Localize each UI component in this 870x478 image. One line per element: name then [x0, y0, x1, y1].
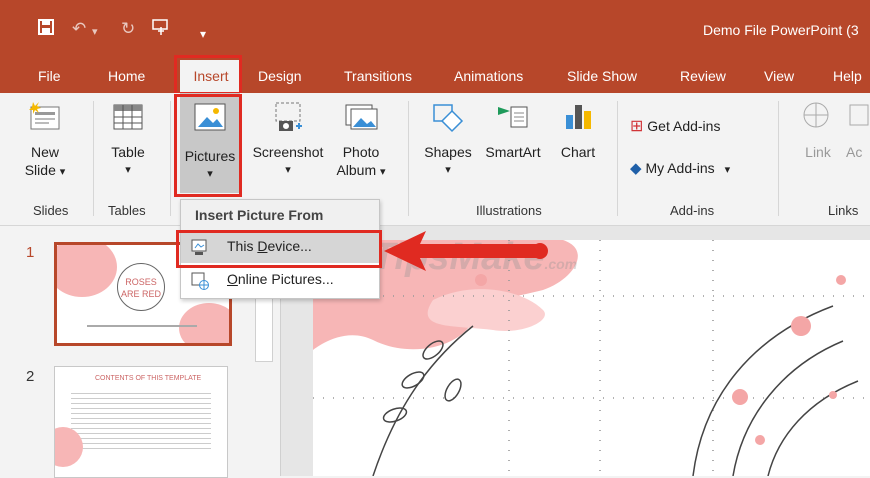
tab-review[interactable]: Review [680, 60, 726, 93]
slide-number-1: 1 [26, 244, 35, 261]
group-links-label: Links [828, 203, 859, 218]
shapes-arrow: ▾ [445, 164, 451, 176]
menu-header: Insert Picture From [181, 200, 379, 230]
save-icon[interactable] [38, 19, 54, 40]
screenshot-icon [275, 102, 302, 131]
thumb2-text-lines [71, 389, 211, 449]
new-slide-label-2: Slide [24, 162, 56, 178]
ribbon-tabs: File Home Insert Design Transitions Anim… [0, 60, 870, 93]
screenshot-label: Screenshot [252, 144, 324, 160]
group-addins-label: Add-ins [670, 203, 715, 218]
link-icon [803, 102, 829, 128]
photo-album-label-2: Album [336, 162, 377, 178]
undo-icon[interactable]: ↶ [72, 19, 86, 39]
separator [778, 101, 779, 216]
photo-album-icon [345, 104, 378, 130]
window-title: Demo File PowerPoint (3 [703, 22, 859, 38]
online-label-key: O [227, 271, 238, 287]
new-slide-icon [29, 102, 60, 130]
shapes-icon [433, 104, 464, 133]
tab-help[interactable]: Help [833, 60, 862, 93]
my-addins-arrow: ▾ [724, 164, 731, 176]
group-illustrations-label: Illustrations [476, 203, 542, 218]
separator [408, 101, 409, 216]
tab-home[interactable]: Home [108, 60, 145, 93]
shapes-label: Shapes [424, 144, 472, 160]
tab-animations[interactable]: Animations [454, 60, 523, 93]
tab-view[interactable]: View [764, 60, 794, 93]
photo-album-button[interactable]: Photo Album ▾ [330, 99, 392, 181]
title-bar: ↶ ▾ ↻ ▾ Demo File PowerPoint (3 [0, 0, 870, 60]
action-icon [849, 104, 869, 126]
my-addins-label: My Add-ins [645, 160, 715, 176]
action-button[interactable]: Ac [846, 99, 870, 161]
this-device-highlight [176, 230, 382, 268]
undo-dropdown-icon[interactable]: ▾ [92, 22, 98, 42]
slide-number-2: 2 [26, 368, 35, 385]
get-addins-label: Get Add-ins [647, 118, 721, 134]
screenshot-arrow: ▾ [285, 164, 291, 176]
insert-tab-highlight [174, 55, 242, 95]
online-label-b: nline Pictures... [237, 271, 334, 287]
table-label: Table [111, 144, 145, 160]
photo-album-label-1: Photo [342, 144, 380, 160]
photo-album-arrow: ▾ [380, 166, 386, 178]
smartart-button[interactable]: SmartArt [480, 99, 546, 161]
new-slide-label-1: New [30, 144, 59, 160]
link-label: Link [805, 144, 831, 160]
pointer-arrow-icon [384, 231, 548, 271]
my-addins-button[interactable]: ◆ My Add-ins ▾ [630, 159, 730, 179]
link-button[interactable]: Link [798, 99, 838, 161]
tab-slide-show[interactable]: Slide Show [567, 60, 637, 93]
new-slide-button[interactable]: New Slide ▾ [20, 99, 70, 181]
customize-quick-access-icon[interactable]: ▾ [200, 24, 206, 44]
table-arrow: ▾ [125, 164, 131, 176]
online-pictures-menu-item[interactable]: Online Pictures... [181, 265, 379, 296]
chart-button[interactable]: Chart [552, 99, 604, 161]
group-slides-label: Slides [33, 203, 69, 218]
group-tables-label: Tables [108, 203, 146, 218]
online-pictures-icon [191, 272, 209, 290]
addins-icon: ◆ [630, 160, 642, 177]
separator [93, 101, 94, 216]
slide-thumbnail-2[interactable]: CONTENTS OF THIS TEMPLATE [54, 366, 228, 478]
smartart-icon [498, 106, 528, 128]
smartart-label: SmartArt [485, 144, 541, 160]
thumb2-title: CONTENTS OF THIS TEMPLATE [95, 375, 202, 382]
thumb-blob [57, 245, 117, 297]
chart-label: Chart [560, 144, 596, 160]
thumb-subtitle-line [87, 325, 197, 327]
table-button[interactable]: Table ▾ [103, 99, 153, 179]
new-slide-arrow: ▾ [59, 166, 66, 178]
pictures-highlight [174, 94, 242, 197]
get-addins-button[interactable]: ⊞ Get Add-ins [630, 117, 720, 136]
chart-icon [566, 105, 591, 129]
thumb-wreath: ROSES ARE RED [117, 263, 165, 311]
redo-icon[interactable]: ↻ [121, 19, 135, 39]
separator [170, 101, 171, 216]
tab-file[interactable]: File [38, 60, 61, 93]
action-label: Ac [846, 144, 863, 160]
tab-design[interactable]: Design [258, 60, 302, 93]
table-icon [113, 104, 143, 130]
thumb-title-2: ARE RED [120, 289, 161, 299]
ribbon: New Slide ▾ Slides Table ▾ Tables Pictur… [0, 93, 870, 226]
thumb-title-1: ROSES [125, 277, 157, 287]
store-icon: ⊞ [630, 118, 644, 135]
screenshot-button[interactable]: Screenshot ▾ [246, 99, 330, 179]
tab-transitions[interactable]: Transitions [344, 60, 412, 93]
shapes-button[interactable]: Shapes ▾ [416, 99, 480, 179]
separator [617, 101, 618, 216]
touch-mode-icon[interactable] [152, 19, 170, 42]
